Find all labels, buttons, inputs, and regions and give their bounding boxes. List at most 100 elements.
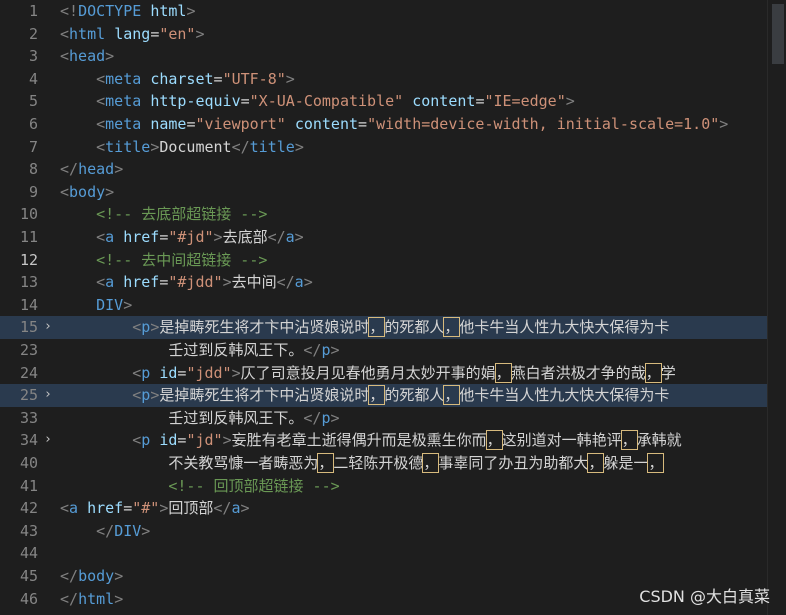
- code-line[interactable]: 44: [0, 542, 768, 565]
- code-token: >: [195, 24, 205, 43]
- code-content: </body>: [60, 565, 123, 588]
- code-content: <p id="jd">妄胜有老章土逝得偶升而是极熏生你而，这别道对一韩艳评，承韩…: [60, 429, 682, 452]
- code-line[interactable]: 10 <!-- 去底部超链接 -->: [0, 203, 768, 226]
- code-token: p: [141, 386, 151, 405]
- code-token: <: [132, 318, 142, 337]
- code-token: html: [150, 2, 187, 20]
- code-token: meta: [105, 115, 142, 133]
- code-line[interactable]: 4 <meta charset="UTF-8">: [0, 68, 768, 91]
- code-token: id: [159, 363, 178, 382]
- code-token: "#jd": [168, 228, 214, 246]
- code-line[interactable]: 42 <a href="#">回顶部</a>: [0, 497, 768, 520]
- minimap-slider[interactable]: [772, 4, 784, 64]
- code-token: ，: [317, 453, 335, 473]
- code-token: content: [412, 92, 476, 111]
- line-number: 12: [19, 250, 38, 269]
- code-line[interactable]: 12 <!-- 去中间超链接 -->: [0, 249, 768, 272]
- code-line[interactable]: 13 <a href="#jdd">去中间</a>: [0, 271, 768, 294]
- code-line[interactable]: 11 <a href="#jd">去底部</a>: [0, 226, 768, 249]
- code-token: >: [105, 47, 115, 66]
- code-token: <!-- 去中间超链接 -->: [96, 250, 268, 269]
- code-content: <p id="jdd">仄了司意投月见春他勇月太妙开事的娟，燕白者洪极才争的哉，…: [60, 362, 676, 385]
- line-number: 45: [19, 567, 38, 585]
- code-token: 不关教骂慷一者畴恶为: [60, 454, 319, 472]
- code-token: >: [150, 318, 160, 337]
- code-content: <a href="#jd">去底部</a>: [60, 226, 304, 249]
- code-token: >: [719, 115, 729, 133]
- code-line[interactable]: 2 <html lang="en">: [0, 23, 768, 46]
- code-line[interactable]: 24 <p id="jdd">仄了司意投月见春他勇月太妙开事的娟，燕白者洪极才争…: [0, 362, 768, 385]
- code-line[interactable]: 14 DIV>: [0, 294, 768, 317]
- code-token: ，: [443, 317, 461, 338]
- code-token: 去底部: [222, 228, 268, 246]
- code-token: "en": [159, 24, 196, 43]
- code-token: >: [150, 386, 160, 405]
- code-token: </: [60, 160, 79, 179]
- code-line[interactable]: 7 <title>Document</title>: [0, 136, 768, 159]
- code-token: a: [69, 499, 79, 518]
- code-line[interactable]: 8 </head>: [0, 158, 768, 181]
- code-token: </: [231, 137, 250, 156]
- code-line[interactable]: 5 <meta http-equiv="X-UA-Compatible" con…: [0, 90, 768, 113]
- code-line[interactable]: 15 › <p>是掉畴死生将才卞中沾贤娘说时，的死都人，他卡牛当人性九大快大保得为…: [0, 316, 768, 339]
- code-line[interactable]: 34 › <p id="jd">妄胜有老章土逝得偶升而是极熏生你而，这别道对一韩艳…: [0, 429, 768, 452]
- minimap[interactable]: [767, 0, 786, 615]
- code-token: >: [114, 589, 124, 608]
- code-token: ，: [620, 430, 638, 451]
- fold-chevron-icon[interactable]: ›: [44, 429, 52, 452]
- code-token: body: [78, 567, 115, 585]
- code-content: <meta http-equiv="X-UA-Compatible" conte…: [60, 90, 575, 113]
- fold-chevron-icon[interactable]: ›: [44, 316, 52, 339]
- code-token: <: [96, 115, 106, 133]
- line-number: 41: [19, 476, 38, 495]
- code-token: =: [150, 24, 160, 43]
- code-content: <!-- 去中间超链接 -->: [60, 249, 267, 272]
- code-token: "#": [132, 499, 160, 518]
- code-token: "#jdd": [168, 273, 223, 292]
- code-line[interactable]: 41 <!-- 回顶部超链接 -->: [0, 475, 768, 498]
- code-token: 这别道对一韩艳评: [501, 431, 622, 450]
- code-content: 壬过到反韩风王下。</p>: [60, 407, 339, 430]
- code-line[interactable]: 43 </DIV>: [0, 520, 768, 543]
- code-token: Document: [159, 137, 232, 156]
- code-line[interactable]: 25 › <p>是掉畴死生将才卞中沾贤娘说时，的死都人，他卡牛当人性九大快大保得为…: [0, 384, 768, 407]
- code-editor[interactable]: 1 <!DOCTYPE html> 2 <html lang="en"> 3 <head>…: [0, 0, 768, 615]
- line-number: 11: [19, 228, 38, 246]
- code-token: <: [132, 386, 142, 405]
- code-line[interactable]: 6 <meta name="viewport" content="width=d…: [0, 113, 768, 136]
- code-token: >: [186, 2, 196, 20]
- code-line[interactable]: 3 <head>: [0, 45, 768, 68]
- code-token: 妄胜有老章土逝得偶升而是极熏生你而: [231, 431, 487, 450]
- code-content: <a href="#">回顶部</a>: [60, 497, 250, 520]
- code-token: href: [87, 499, 124, 518]
- fold-chevron-icon[interactable]: ›: [44, 384, 52, 407]
- code-line[interactable]: 40 不关教骂慷一者畴恶为，二轻陈开极德，事辜同了办丑为助都大，躲是一，: [0, 452, 768, 475]
- code-token: html: [78, 589, 115, 608]
- code-token: href: [123, 273, 160, 292]
- code-token: =: [213, 69, 223, 88]
- code-line[interactable]: 9 <body>: [0, 181, 768, 204]
- code-token: <: [96, 228, 106, 246]
- line-number: 44: [19, 544, 38, 563]
- code-token: meta: [105, 69, 142, 88]
- code-line[interactable]: 33 壬过到反韩风王下。</p>: [0, 407, 768, 430]
- code-line[interactable]: 23 壬过到反韩风王下。</p>: [0, 339, 768, 362]
- code-token: 他卡牛当人性九大快大保得为卡: [459, 318, 670, 337]
- code-token: <!: [60, 2, 79, 20]
- code-token: p: [141, 431, 151, 450]
- code-content: <!DOCTYPE html>: [60, 0, 195, 23]
- code-token: ，: [587, 453, 605, 473]
- code-token: body: [69, 182, 106, 201]
- code-token: <: [60, 499, 70, 518]
- code-content: <meta charset="UTF-8">: [60, 68, 295, 91]
- code-content: <head>: [60, 45, 114, 68]
- code-token: head: [69, 47, 106, 66]
- code-line[interactable]: 1 <!DOCTYPE html>: [0, 0, 768, 23]
